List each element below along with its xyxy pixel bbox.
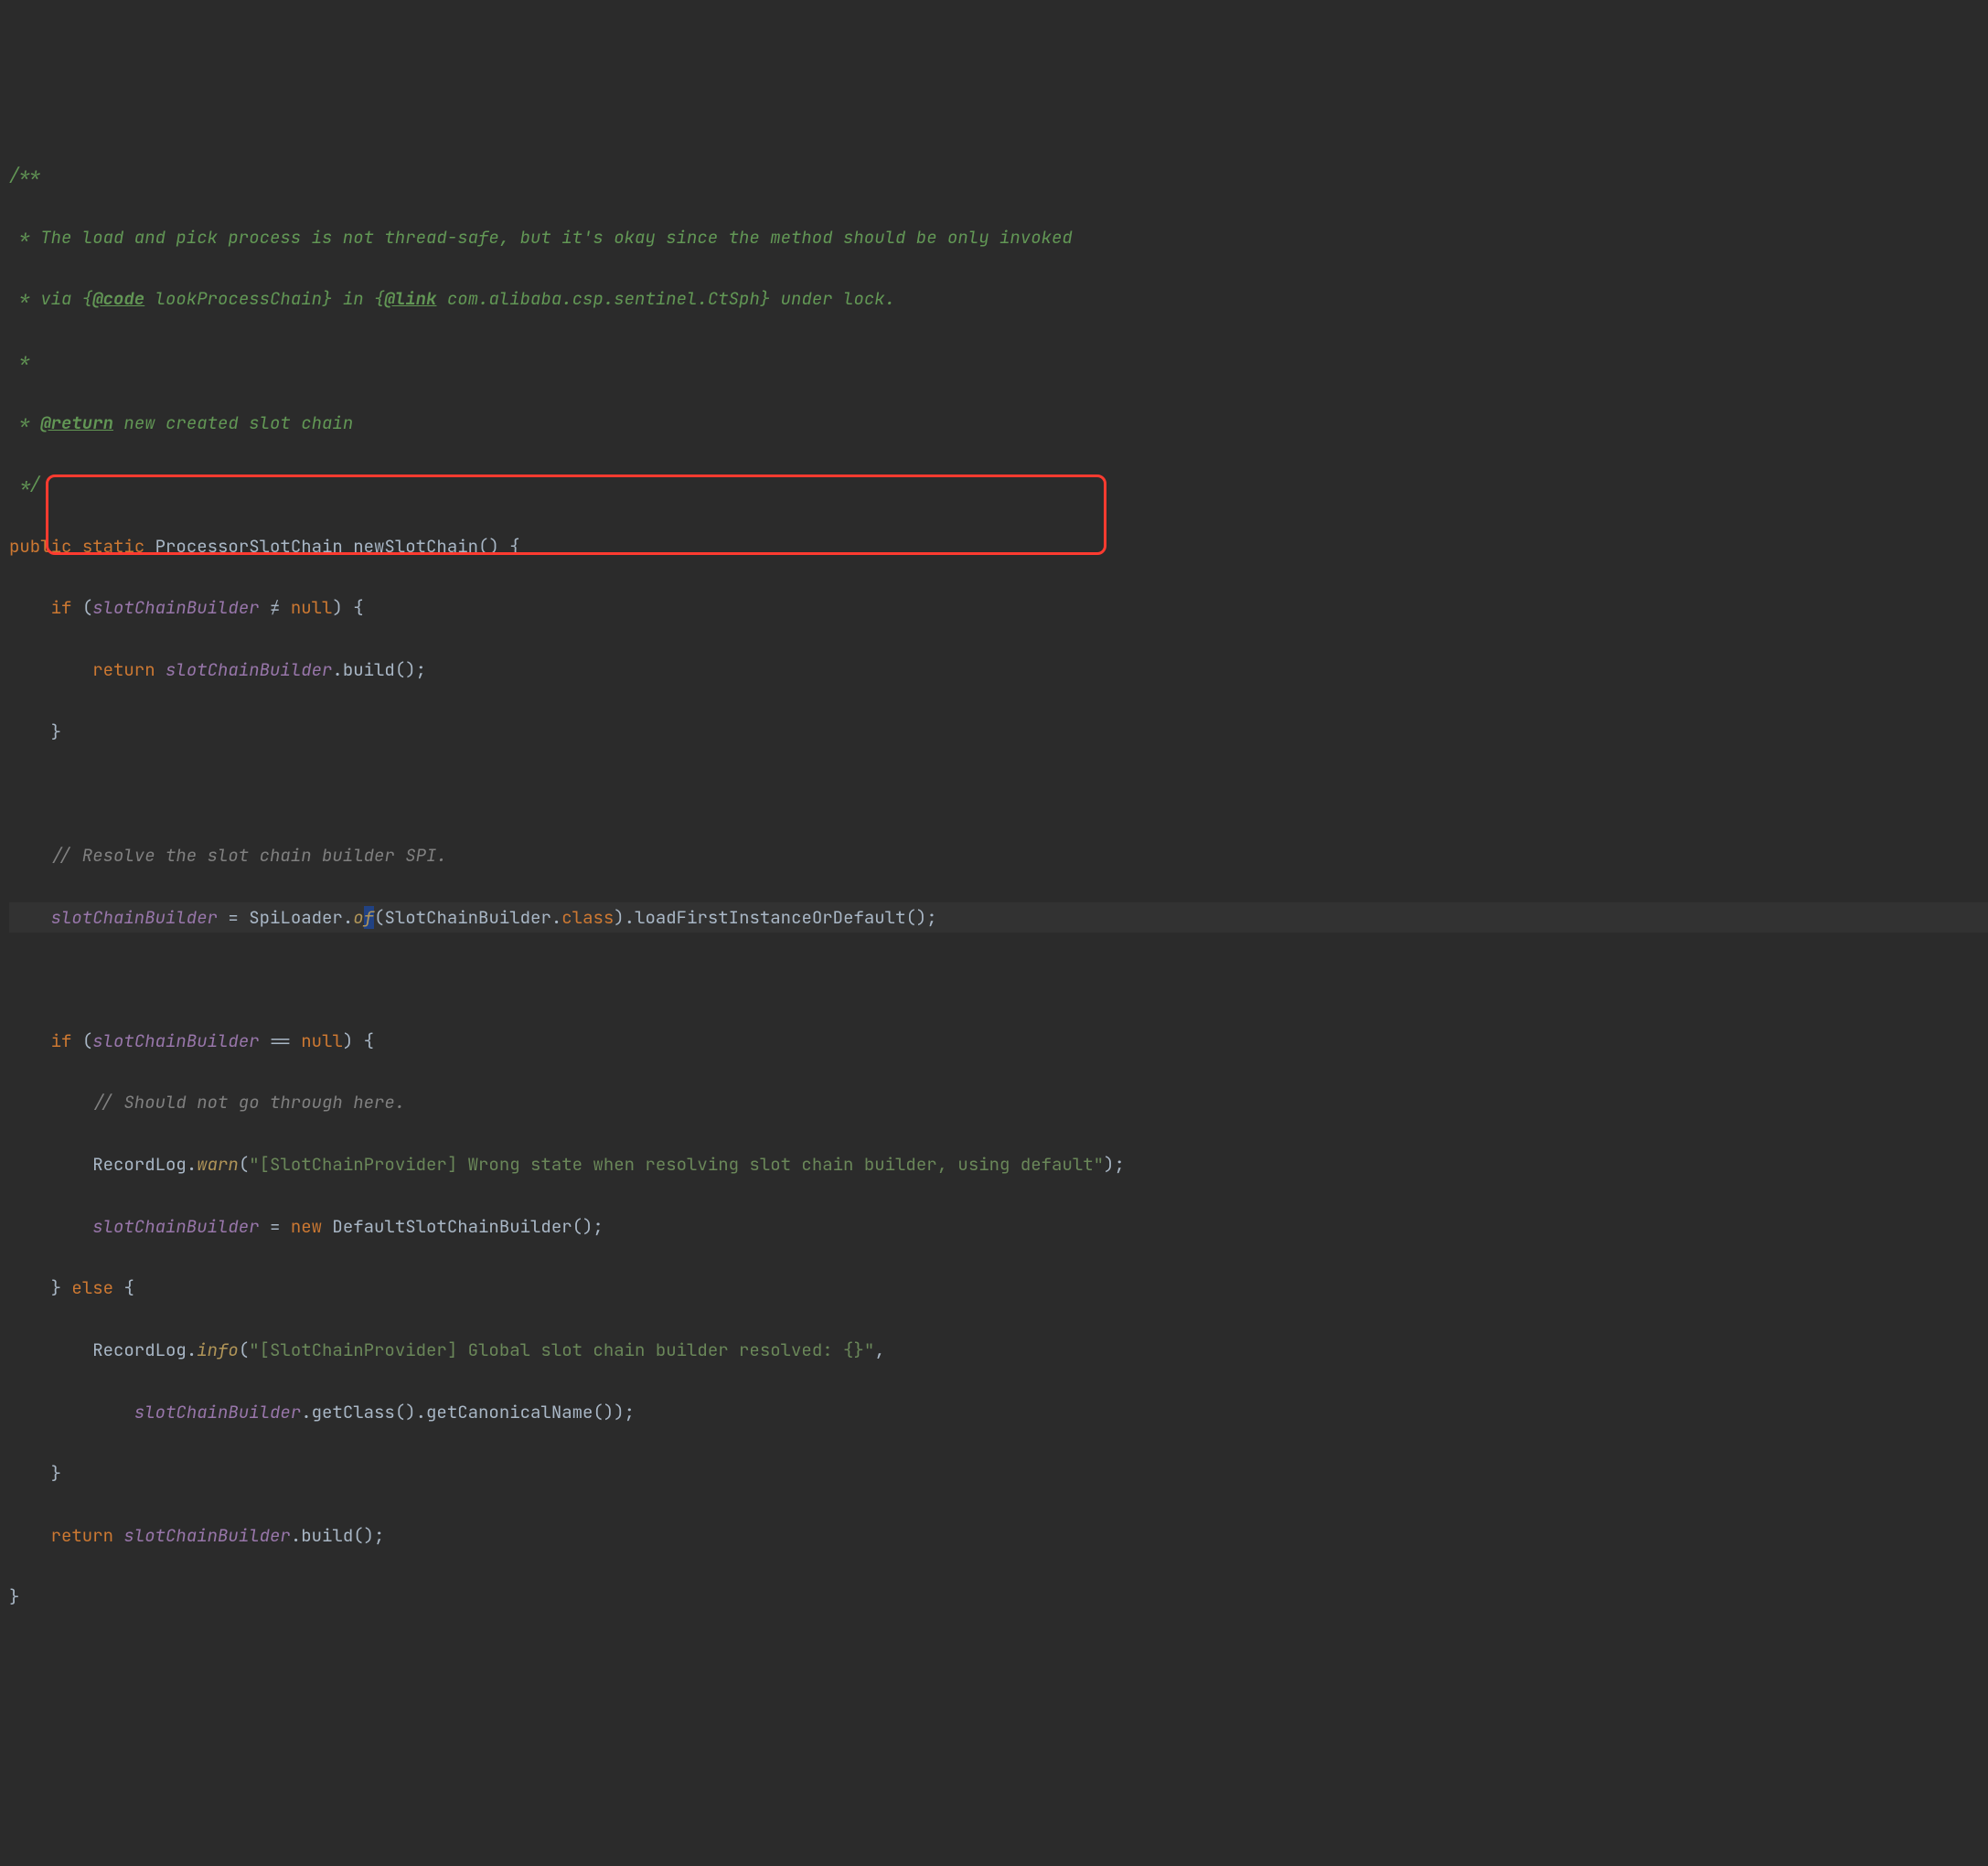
- brace: {: [499, 535, 520, 558]
- javadoc-text: *: [9, 349, 30, 372]
- line-comment: // Resolve the slot chain builder SPI.: [51, 844, 447, 867]
- code-line[interactable]: */: [9, 469, 1988, 500]
- field-ref: slotChainBuilder: [92, 1215, 259, 1238]
- dot: .: [343, 906, 353, 929]
- keyword-static: static: [82, 535, 144, 558]
- javadoc-text: com.alibaba.csp.sentinel.CtSph} under lo…: [436, 287, 895, 310]
- dot: .: [551, 906, 561, 929]
- paren: (: [374, 906, 384, 929]
- keyword-null: null: [301, 1029, 343, 1052]
- brace-open: {: [123, 1276, 134, 1299]
- code-line[interactable]: if (slotChainBuilder ≠ null) {: [9, 592, 1988, 624]
- field-ref: slotChainBuilder: [134, 1401, 301, 1423]
- javadoc-tag: @link: [384, 287, 436, 310]
- javadoc-text: lookProcessChain} in {: [144, 287, 384, 310]
- code-line[interactable]: RecordLog.warn("[SlotChainProvider] Wron…: [9, 1149, 1988, 1180]
- code-line[interactable]: // Should not go through here.: [9, 1087, 1988, 1118]
- field-ref: slotChainBuilder: [166, 658, 332, 681]
- method-chain: .getClass().getCanonicalName());: [301, 1401, 635, 1423]
- method-name: newSlotChain: [353, 535, 478, 558]
- code-line[interactable]: /**: [9, 160, 1988, 191]
- keyword-return: return: [51, 1524, 113, 1547]
- code-line[interactable]: *: [9, 346, 1988, 377]
- field-ref: slotChainBuilder: [92, 596, 259, 619]
- brace-close: }: [51, 1276, 61, 1299]
- code-line[interactable]: [9, 964, 1988, 995]
- op-assign: =: [260, 1215, 291, 1238]
- brace-close: }: [51, 1462, 61, 1485]
- code-line[interactable]: }: [9, 1458, 1988, 1489]
- code-line[interactable]: // Resolve the slot chain builder SPI.: [9, 840, 1988, 871]
- javadoc-close: */: [9, 473, 40, 496]
- dot: .: [187, 1153, 197, 1176]
- keyword-return: return: [92, 658, 155, 681]
- field-ref: slotChainBuilder: [92, 1029, 259, 1052]
- keyword-public: public: [9, 535, 71, 558]
- keyword-if: if: [51, 596, 72, 619]
- op-assign: =: [218, 906, 249, 929]
- class-ref: SlotChainBuilder: [384, 906, 550, 929]
- code-line[interactable]: return slotChainBuilder.build();: [9, 1520, 1988, 1551]
- javadoc-text: new created slot chain: [113, 411, 353, 434]
- code-editor[interactable]: /** * The load and pick process is not t…: [9, 129, 1988, 1705]
- method-call: .build();: [332, 658, 426, 681]
- keyword-class: class: [561, 906, 614, 929]
- op-ne: ≠: [270, 596, 280, 619]
- javadoc-open: /**: [9, 164, 40, 187]
- code-line[interactable]: * The load and pick process is not threa…: [9, 222, 1988, 253]
- keyword-if: if: [51, 1029, 72, 1052]
- code-line-highlighted[interactable]: slotChainBuilder = SpiLoader.of(SlotChai…: [9, 902, 1988, 933]
- keyword-else: else: [71, 1276, 113, 1299]
- javadoc-text: * The load and pick process is not threa…: [9, 226, 1073, 249]
- field-ref: slotChainBuilder: [123, 1524, 290, 1547]
- static-method-of: o: [353, 906, 363, 929]
- code-line[interactable]: }: [9, 717, 1988, 748]
- code-line[interactable]: return slotChainBuilder.build();: [9, 655, 1988, 686]
- return-type: ProcessorSlotChain: [155, 535, 343, 558]
- code-line[interactable]: if (slotChainBuilder == null) {: [9, 1026, 1988, 1057]
- javadoc-text: *: [9, 411, 40, 434]
- paren: (: [239, 1153, 249, 1176]
- comma: ,: [874, 1338, 884, 1361]
- keyword-new: new: [291, 1215, 322, 1238]
- code-line[interactable]: } else {: [9, 1273, 1988, 1304]
- brace-close: }: [9, 1585, 19, 1608]
- keyword-null: null: [291, 596, 333, 619]
- class-ref: SpiLoader: [249, 906, 343, 929]
- javadoc-tag: @code: [92, 287, 144, 310]
- code-line[interactable]: * @return new created slot chain: [9, 408, 1988, 439]
- code-line[interactable]: public static ProcessorSlotChain newSlot…: [9, 531, 1988, 562]
- paren-close: );: [1104, 1153, 1125, 1176]
- javadoc-return-tag: @return: [40, 411, 113, 434]
- constructor-call: DefaultSlotChainBuilder();: [322, 1215, 604, 1238]
- code-line[interactable]: [9, 778, 1988, 809]
- line-comment: // Should not go through here.: [92, 1091, 405, 1114]
- class-ref: RecordLog: [92, 1153, 187, 1176]
- code-line[interactable]: * via {@code lookProcessChain} in {@link…: [9, 283, 1988, 315]
- static-method-info: info: [197, 1338, 239, 1361]
- class-ref: RecordLog: [92, 1338, 187, 1361]
- static-method-warn: warn: [197, 1153, 239, 1176]
- code-line[interactable]: slotChainBuilder.getClass().getCanonical…: [9, 1397, 1988, 1428]
- javadoc-text: * via {: [9, 287, 92, 310]
- method-call: ).loadFirstInstanceOrDefault();: [614, 906, 936, 929]
- code-line[interactable]: RecordLog.info("[SlotChainProvider] Glob…: [9, 1335, 1988, 1366]
- paren: (): [478, 535, 499, 558]
- string-literal: "[SlotChainProvider] Global slot chain b…: [249, 1338, 874, 1361]
- caret-selection: f: [364, 906, 374, 929]
- code-line[interactable]: }: [9, 1582, 1988, 1613]
- paren: (: [239, 1338, 249, 1361]
- dot: .: [187, 1338, 197, 1361]
- field-ref: slotChainBuilder: [51, 906, 218, 929]
- method-call: .build();: [291, 1524, 385, 1547]
- string-literal: "[SlotChainProvider] Wrong state when re…: [249, 1153, 1104, 1176]
- code-line[interactable]: slotChainBuilder = new DefaultSlotChainB…: [9, 1211, 1988, 1242]
- op-eq: ==: [270, 1029, 291, 1052]
